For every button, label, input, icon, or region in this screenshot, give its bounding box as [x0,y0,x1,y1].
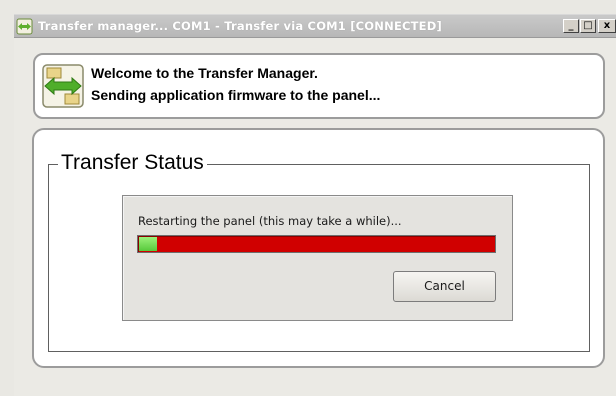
maximize-button[interactable]: □ [580,19,596,33]
transfer-status-label: Transfer Status [58,151,207,175]
welcome-banner: Welcome to the Transfer Manager. Sending… [33,53,605,119]
progress-bar [137,235,496,253]
welcome-title: Welcome to the Transfer Manager. [91,65,318,81]
window-title: Transfer manager... COM1 - Transfer via … [38,19,442,33]
progress-fill [139,237,157,251]
cancel-button[interactable]: Cancel [393,271,496,302]
minimize-button[interactable]: _ [563,19,579,33]
status-message: Restarting the panel (this may take a wh… [138,214,402,228]
title-bar[interactable]: Transfer manager... COM1 - Transfer via … [14,14,616,38]
transfer-manager-icon [41,63,85,109]
welcome-subtitle: Sending application firmware to the pane… [91,87,381,103]
app-icon [16,18,33,35]
close-button[interactable]: x [598,19,616,33]
